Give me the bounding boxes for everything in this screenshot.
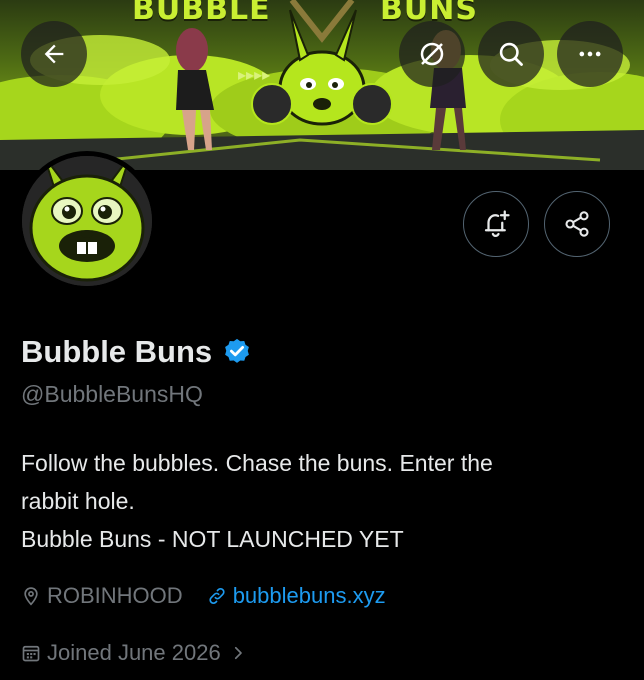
location-pin-icon	[24, 587, 38, 606]
notifications-button[interactable]	[463, 191, 529, 257]
back-button[interactable]	[21, 21, 87, 87]
banner-artwork: ▸▸▸▸	[0, 0, 644, 170]
profile-meta-row: ROBINHOOD bubblebuns.xyz	[21, 583, 386, 609]
bunny-avatar-image	[22, 156, 152, 286]
banner-title-left: BUBBLE	[132, 0, 271, 27]
more-horizontal-icon	[579, 51, 601, 57]
more-button[interactable]	[557, 21, 623, 87]
verified-badge[interactable]	[222, 337, 252, 367]
profile-avatar[interactable]	[17, 151, 157, 291]
share-icon	[565, 211, 589, 237]
search-button[interactable]	[478, 21, 544, 87]
joined-date-row[interactable]: Joined June 2026	[21, 640, 247, 666]
search-icon	[499, 42, 523, 66]
bio-line: Bubble Buns - NOT LAUNCHED YET	[21, 526, 404, 552]
profile-banner[interactable]: ▸▸▸▸ BUBBLE BUNS	[0, 0, 644, 170]
grok-icon	[420, 42, 444, 66]
svg-text:▸▸▸▸: ▸▸▸▸	[238, 65, 270, 84]
grok-button[interactable]	[399, 21, 465, 87]
bio-line: Follow the bubbles. Chase the buns. Ente…	[21, 450, 493, 476]
profile-bio: Follow the bubbles. Chase the buns. Ente…	[21, 444, 621, 558]
share-button[interactable]	[544, 191, 610, 257]
location-item: ROBINHOOD	[21, 583, 183, 609]
website-link[interactable]: bubblebuns.xyz	[207, 583, 386, 609]
profile-name-row: Bubble Buns	[21, 334, 252, 370]
calendar-icon	[22, 645, 40, 662]
chevron-right-icon	[229, 644, 247, 662]
verified-check-icon	[225, 338, 250, 363]
location-text: ROBINHOOD	[47, 583, 183, 608]
arrow-left-icon	[44, 44, 64, 64]
joined-text: Joined June 2026	[47, 640, 221, 665]
display-name: Bubble Buns	[21, 334, 213, 369]
link-icon	[209, 587, 225, 605]
bio-line: rabbit hole.	[21, 488, 135, 514]
profile-handle: @BubbleBunsHQ	[21, 381, 203, 407]
website-text[interactable]: bubblebuns.xyz	[233, 583, 386, 609]
bell-plus-icon	[484, 210, 510, 238]
